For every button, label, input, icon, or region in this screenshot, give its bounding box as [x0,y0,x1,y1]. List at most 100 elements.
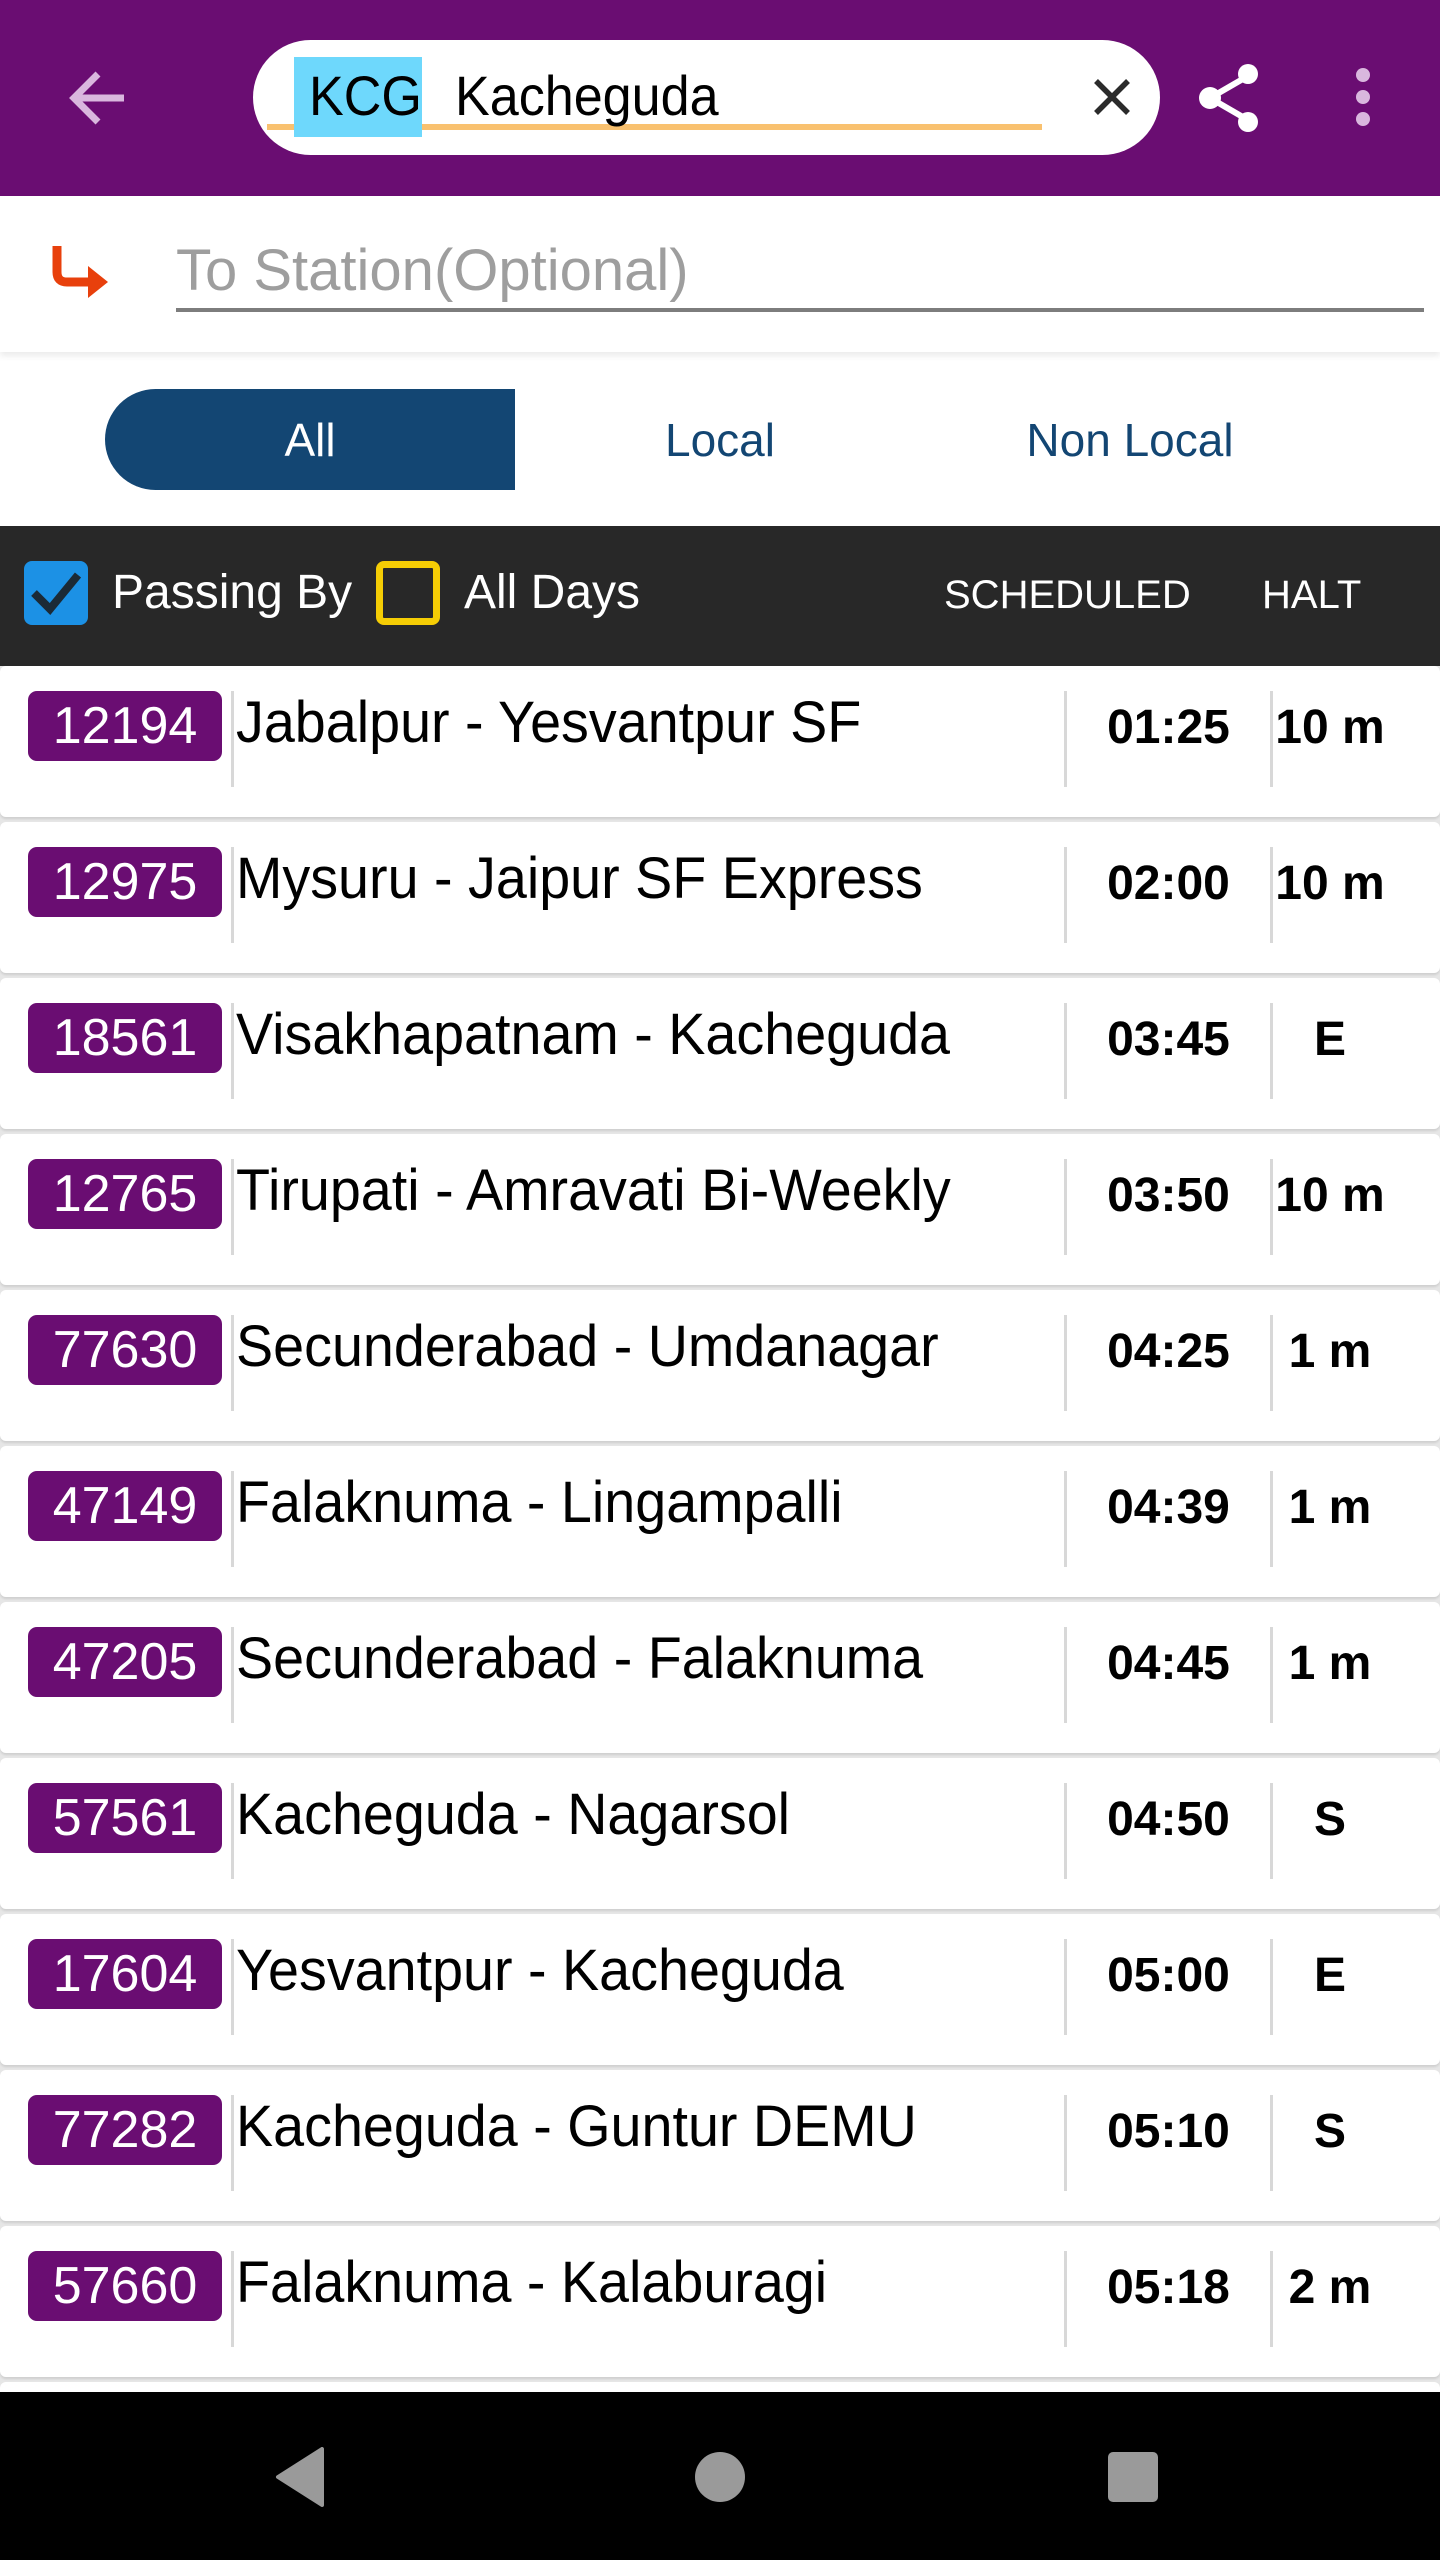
filter-header-bar: Passing By All Days SCHEDULED HALT [0,526,1440,666]
tab-all[interactable]: All [105,389,515,490]
column-divider [231,1315,234,1411]
train-row[interactable]: 12975 Mysuru - Jaipur SF Express 02:00 1… [0,822,1440,973]
halt-duration: 10 m [1275,701,1385,754]
train-row[interactable]: 12194 Jabalpur - Yesvantpur SF 01:25 10 … [0,666,1440,817]
to-station-input[interactable] [176,236,1424,312]
scheduled-time: 05:18 [1107,2261,1230,2314]
train-name: Mysuru - Jaipur SF Express [236,846,923,911]
scheduled-time: 05:10 [1107,2105,1230,2158]
train-name: Jabalpur - Yesvantpur SF [236,690,862,755]
nav-home-button[interactable] [675,2432,765,2522]
clear-search-button[interactable] [1073,58,1151,136]
turn-right-arrow-icon [52,246,108,298]
column-divider [231,1783,234,1879]
train-row-partial[interactable] [0,2382,1440,2392]
back-button[interactable] [50,50,146,146]
column-header-scheduled: SCHEDULED [944,573,1191,617]
train-row[interactable]: 17604 Yesvantpur - Kacheguda 05:00 E [0,1914,1440,2065]
passing-by-checkbox[interactable] [24,561,88,625]
passing-by-label[interactable]: Passing By [112,558,352,628]
halt-duration: E [1313,1949,1346,2002]
halt-duration: E [1313,1013,1346,1066]
close-icon [1094,79,1130,115]
arrow-left-icon [69,71,124,125]
column-divider [231,847,234,943]
train-name: Falaknuma - Lingampalli [236,1470,843,1535]
train-name: Secunderabad - Falaknuma [236,1626,924,1691]
from-station-search[interactable]: KCG Kacheguda [253,40,1160,155]
train-row[interactable]: 77630 Secunderabad - Umdanagar 04:25 1 m [0,1290,1440,1441]
train-number-badge: 18561 [28,1003,222,1073]
scheduled-time: 03:45 [1107,1013,1230,1066]
train-number-badge: 12194 [28,691,222,761]
train-name: Kacheguda - Nagarsol [236,1782,791,1847]
train-name: Secunderabad - Umdanagar [236,1314,939,1379]
train-number-badge: 17604 [28,1939,222,2009]
scheduled-time: 01:25 [1107,701,1230,754]
train-number-badge: 47149 [28,1471,222,1541]
column-divider [231,1159,234,1255]
scheduled-time: 04:39 [1107,1481,1230,1534]
station-code: KCG [309,64,422,127]
checkmark-icon [31,572,82,615]
train-row[interactable]: 57561 Kacheguda - Nagarsol 04:50 S [0,1758,1440,1909]
train-name: Tirupati - Amravati Bi-Weekly [236,1158,951,1223]
scheduled-time: 04:45 [1107,1637,1230,1690]
train-number-badge: 47205 [28,1627,222,1697]
scheduled-time: 04:50 [1107,1793,1230,1846]
train-row[interactable]: 47205 Secunderabad - Falaknuma 04:45 1 m [0,1602,1440,1753]
all-days-label[interactable]: All Days [464,558,640,628]
halt-duration: 10 m [1275,857,1385,910]
train-number-badge: 57660 [28,2251,222,2321]
share-button[interactable] [1186,50,1276,146]
column-divider [231,691,234,787]
to-station-row [0,196,1440,352]
train-number-badge: 77282 [28,2095,222,2165]
scheduled-time: 03:50 [1107,1169,1230,1222]
train-name: Visakhapatnam - Kacheguda [236,1002,951,1067]
tab-local[interactable]: Local [515,389,925,490]
train-row[interactable]: 57660 Falaknuma - Kalaburagi 05:18 2 m [0,2226,1440,2377]
halt-duration: 1 m [1288,1481,1372,1534]
all-days-checkbox[interactable] [376,561,440,625]
column-divider [231,1003,234,1099]
scheduled-time: 04:25 [1107,1325,1230,1378]
more-vertical-icon [1356,68,1370,126]
train-row[interactable]: 18561 Visakhapatnam - Kacheguda 03:45 E [0,978,1440,1129]
app-bar: KCG Kacheguda [0,0,1440,196]
scheduled-time: 02:00 [1107,857,1230,910]
train-number-badge: 57561 [28,1783,222,1853]
train-number-badge: 12975 [28,847,222,917]
column-header-halt: HALT [1262,573,1362,617]
nav-recents-icon [1108,2452,1158,2502]
column-divider [231,1627,234,1723]
halt-duration: 1 m [1288,1325,1372,1378]
column-divider [231,1471,234,1567]
halt-duration: S [1313,2105,1346,2158]
share-icon [1199,64,1258,132]
halt-duration: 10 m [1275,1169,1385,1222]
train-row[interactable]: 77282 Kacheguda - Guntur DEMU 05:10 S [0,2070,1440,2221]
train-number-badge: 12765 [28,1159,222,1229]
nav-recents-button[interactable] [1088,2432,1178,2522]
tab-non-local[interactable]: Non Local [925,389,1335,490]
more-options-button[interactable] [1320,50,1406,146]
nav-home-icon [695,2452,745,2502]
halt-duration: 2 m [1288,2261,1372,2314]
column-divider [231,1939,234,2035]
train-row[interactable]: 12765 Tirupati - Amravati Bi-Weekly 03:5… [0,1134,1440,1285]
column-divider [231,2095,234,2191]
station-name[interactable]: Kacheguda [455,62,719,130]
train-row[interactable]: 47149 Falaknuma - Lingampalli 04:39 1 m [0,1446,1440,1597]
halt-duration: S [1313,1793,1346,1846]
train-name: Kacheguda - Guntur DEMU [236,2094,917,2159]
halt-duration: 1 m [1288,1637,1372,1690]
train-name: Yesvantpur - Kacheguda [236,1938,844,2003]
scheduled-time: 05:00 [1107,1949,1230,2002]
nav-back-button[interactable] [255,2432,345,2522]
train-list[interactable]: 12194 Jabalpur - Yesvantpur SF 01:25 10 … [0,666,1440,2392]
train-type-tabs: All Local Non Local [0,352,1440,526]
system-navigation-bar [0,2392,1440,2560]
nav-back-icon [276,2447,324,2507]
column-divider [231,2251,234,2347]
